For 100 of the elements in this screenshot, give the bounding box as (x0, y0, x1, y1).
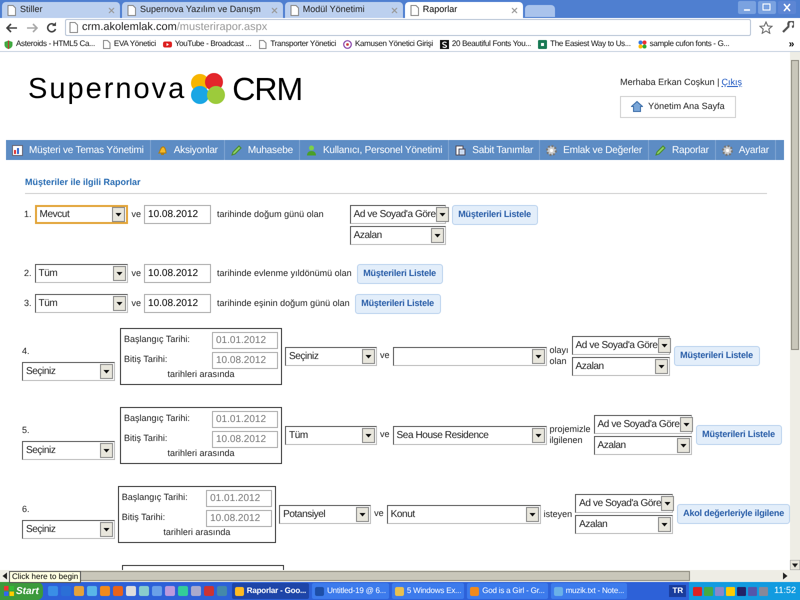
app-icon[interactable] (74, 586, 84, 596)
caret-icon (526, 506, 539, 522)
dropdown[interactable]: Tüm (34, 264, 128, 283)
more-bookmarks-button[interactable]: » (788, 36, 794, 52)
close-icon[interactable] (778, 1, 796, 14)
home-button[interactable]: Yönetim Ana Sayfa (620, 96, 736, 118)
scroll-down-icon[interactable] (790, 560, 800, 570)
label-text: tarihleri arasında (163, 526, 230, 538)
app-icon[interactable] (178, 586, 188, 596)
ring-icon (342, 40, 352, 48)
close-icon[interactable] (390, 6, 398, 14)
browser-tab[interactable]: Supernova Yazılım ve Danışm (122, 2, 283, 18)
bookmark-item[interactable]: EVA Yönetici (102, 38, 156, 50)
star-icon[interactable] (759, 21, 773, 34)
dropdown[interactable]: Azalan (575, 515, 674, 534)
app-icon[interactable] (138, 586, 149, 596)
bookmark-item[interactable]: YouTube - Broadcast ... (162, 38, 252, 50)
new-tab-button[interactable] (524, 5, 555, 17)
dropdown[interactable]: Tüm (34, 294, 128, 313)
close-icon[interactable] (108, 6, 115, 14)
dropdown[interactable]: Seçiniz (22, 362, 115, 381)
dropdown[interactable]: Sea House Residence (392, 426, 547, 444)
bookmark-item[interactable]: sample cufon fonts - G... (638, 38, 730, 50)
list-button[interactable]: Akol değerleriyle ilgilene (677, 504, 790, 524)
start-button[interactable]: Start (0, 582, 43, 600)
dropdown[interactable]: Ad ve Soyad'a Göre (572, 336, 670, 355)
taskbar-button[interactable]: muzik.txt - Note... (550, 583, 628, 599)
caret-icon (112, 266, 126, 281)
bookmark-item[interactable]: Transporter Yönetici (258, 38, 336, 50)
dropdown[interactable]: Ad ve Soyad'a Göre (594, 415, 692, 434)
app-icon[interactable] (190, 586, 201, 596)
app-icon[interactable] (48, 586, 58, 596)
forward-arrow-icon[interactable] (26, 22, 38, 32)
caret-icon (430, 228, 444, 242)
dropdown[interactable]: Azalan (350, 226, 446, 244)
dropdown[interactable]: Seçiniz (22, 440, 115, 460)
url-text: crm.akolemlak.com/musterirapor.aspx (82, 20, 268, 36)
date-field[interactable]: 10.08.2012 (144, 294, 212, 313)
close-icon[interactable] (510, 6, 518, 14)
caret-icon (436, 206, 449, 222)
dropdown[interactable]: Azalan (594, 436, 692, 455)
chart-icon (12, 144, 23, 156)
label-text: tarihinde doğum günü olan (217, 208, 324, 221)
list-button[interactable]: Müşterileri Listele (356, 264, 443, 284)
dropdown[interactable]: Tüm (285, 426, 377, 444)
app-icon[interactable] (112, 586, 123, 596)
list-button[interactable]: Müşterileri Listele (674, 346, 760, 366)
page-icon (290, 4, 299, 16)
reload-icon[interactable] (46, 22, 57, 33)
vertical-scrollbar[interactable] (790, 52, 800, 570)
bookmark-item[interactable]: 20 Beautiful Fonts You... (440, 38, 532, 50)
close-icon[interactable] (270, 6, 278, 14)
bookmark-item[interactable]: The Easiest Way to Us... (538, 38, 631, 50)
taskbar-button[interactable]: 5 Windows Ex... (392, 583, 464, 599)
wrench-icon[interactable] (781, 21, 794, 34)
horizontal-scrollbar[interactable]: Click here to begin (0, 570, 800, 582)
label-text: projemizle ilgilenen (550, 424, 591, 446)
app-icon[interactable] (152, 586, 162, 596)
dropdown[interactable] (392, 346, 547, 366)
label-text: Başlangıç Tarihi: (124, 412, 190, 426)
restore-icon[interactable] (758, 1, 776, 14)
house-icon (631, 101, 644, 112)
dropdown[interactable]: Konut (386, 504, 541, 524)
back-arrow-icon[interactable] (6, 22, 18, 32)
caret-icon (658, 338, 671, 353)
logout-link[interactable]: Çıkış (721, 76, 742, 90)
minimize-icon[interactable] (738, 1, 756, 14)
dropdown[interactable]: Mevcut (34, 205, 128, 224)
list-button[interactable]: Müşterileri Listele (452, 204, 538, 224)
scroll-right-icon[interactable] (780, 570, 790, 582)
taskbar-button[interactable]: Raporlar - Goo... (232, 583, 310, 599)
label-text: tarihleri arasında (167, 368, 235, 380)
language-indicator[interactable]: TR (669, 585, 686, 597)
app-icon[interactable] (164, 586, 175, 596)
list-button[interactable]: Müşterileri Listele (696, 425, 782, 445)
dropdown[interactable]: Potansiyel (279, 504, 372, 524)
app-icon[interactable] (86, 586, 97, 596)
taskbar-button[interactable]: God is a Girl - Gr... (467, 583, 548, 599)
pencil-icon (655, 144, 666, 156)
list-button[interactable]: Müşterileri Listele (354, 294, 441, 314)
page-icon (410, 4, 419, 16)
label-text: ve (374, 507, 384, 520)
address-field[interactable]: crm.akolemlak.com/musterirapor.aspx (65, 19, 751, 36)
date-field[interactable]: 10.08.2012 (144, 264, 212, 283)
caret-icon (661, 496, 674, 511)
page-icon (7, 4, 16, 16)
app-icon[interactable] (100, 586, 110, 596)
dropdown[interactable]: Azalan (572, 357, 670, 376)
dropdown[interactable]: Ad ve Soyad'a Göre (575, 494, 674, 513)
browser-tab[interactable]: Stiller (2, 2, 120, 18)
taskbar-button[interactable]: Untitled-19 @ 6... (312, 583, 389, 599)
date-field[interactable]: 10.08.2012 (144, 205, 212, 224)
browser-tab[interactable]: Raporlar (404, 2, 523, 18)
bookmark-item[interactable]: Kamusen Yönetici Girişi (342, 38, 433, 50)
dropdown[interactable]: Seçiniz (22, 520, 115, 539)
dropdown[interactable]: Ad ve Soyad'a Göre (350, 204, 446, 224)
app-icon[interactable] (126, 586, 136, 596)
dropdown[interactable]: Seçiniz (285, 346, 377, 366)
browser-tab[interactable]: Modül Yönetimi (284, 2, 403, 18)
bookmark-item[interactable]: Asteroids - HTML5 Ca... (4, 38, 95, 50)
